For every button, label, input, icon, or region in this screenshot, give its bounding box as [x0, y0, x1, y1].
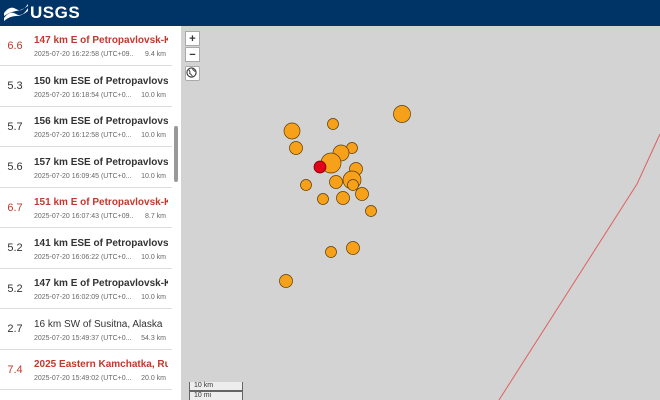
earthquake-marker[interactable]	[289, 141, 303, 155]
event-time: 2025-07-20 16:06:22 (UTC+0...	[34, 253, 132, 261]
app-header: USGS	[0, 0, 660, 26]
event-place: 151 km E of Petropavlovsk-K...	[34, 197, 168, 208]
event-list-item[interactable]: 6.7 151 km E of Petropavlovsk-K... 2025-07…	[0, 188, 172, 228]
scrollbar-thumb[interactable]	[174, 126, 178, 182]
earthquake-marker[interactable]	[336, 191, 350, 205]
earthquake-marker[interactable]	[279, 274, 293, 288]
event-list-item[interactable]: 5.6 157 km ESE of Petropavlovsk... 2025-07…	[0, 148, 172, 188]
earthquake-marker[interactable]	[325, 246, 337, 258]
event-list-item[interactable]: 5.2 141 km ESE of Petropavlovsk... 2025-07…	[0, 229, 172, 269]
earthquake-marker[interactable]	[365, 205, 377, 217]
event-time: 2025-07-20 16:22:58 (UTC+09...	[34, 51, 134, 58]
zoom-out-button[interactable]: −	[185, 47, 200, 62]
earthquake-marker[interactable]	[327, 118, 339, 130]
basemap-globe-button[interactable]	[185, 66, 200, 81]
scrollbar-track[interactable]	[172, 26, 180, 400]
event-time: 2025-07-20 16:09:45 (UTC+0...	[34, 172, 132, 180]
latest-earthquake-marker[interactable]	[313, 160, 327, 174]
event-depth: 10.0 km	[141, 253, 166, 261]
event-depth: 20.0 km	[141, 375, 166, 382]
event-list-item[interactable]: 6.6 147 km E of Petropavlovsk-K... 2025-07…	[0, 26, 172, 66]
event-magnitude: 6.6	[7, 39, 23, 52]
event-magnitude: 5.2	[7, 282, 23, 295]
event-depth: 8.7 km	[144, 213, 166, 220]
usgs-wave-icon	[4, 4, 28, 21]
event-depth: 10.0 km	[141, 91, 166, 99]
event-place: 147 km E of Petropavlovsk-K...	[34, 35, 168, 46]
map-view[interactable]: + − 10 km 10 mi	[181, 26, 660, 400]
event-place: 156 km ESE of Petropavlovsk...	[34, 116, 168, 127]
map-scale: 10 km 10 mi	[189, 382, 243, 400]
event-depth: 10.0 km	[141, 294, 166, 301]
event-depth: 9.4 km	[144, 51, 166, 58]
plate-boundary-line	[498, 133, 660, 400]
event-list[interactable]: 6.6 147 km E of Petropavlovsk-K... 2025-07…	[0, 26, 180, 400]
scale-km: 10 km	[189, 382, 243, 391]
earthquake-marker[interactable]	[393, 105, 411, 123]
map-canvas	[279, 105, 660, 400]
zoom-in-button[interactable]: +	[185, 31, 200, 46]
event-magnitude: 5.7	[7, 120, 23, 133]
event-time: 2025-07-20 16:07:43 (UTC+09...	[34, 213, 134, 220]
earthquake-marker[interactable]	[347, 179, 359, 191]
earthquake-marker[interactable]	[283, 122, 301, 140]
earthquake-marker[interactable]	[329, 175, 343, 189]
globe-icon	[186, 67, 197, 78]
event-time: 2025-07-20 15:49:02 (UTC+0...	[34, 375, 132, 382]
event-magnitude: 5.3	[7, 80, 23, 92]
event-list-item[interactable]: 7.4 2025 Eastern Kamchatka, Rus... 2025-07…	[0, 350, 172, 390]
event-list-item[interactable]: 5.3 150 km ESE of Petropavlovsk... 2025-07…	[0, 67, 172, 107]
event-place: 16 km SW of Susitna, Alaska	[34, 318, 163, 330]
event-place: 147 km E of Petropavlovsk-K...	[34, 278, 168, 289]
event-magnitude: 5.6	[7, 161, 23, 173]
event-magnitude: 6.7	[7, 201, 23, 214]
usgs-logo[interactable]: USGS	[4, 3, 80, 23]
earthquake-marker[interactable]	[355, 187, 369, 201]
event-place: 150 km ESE of Petropavlovsk...	[34, 75, 168, 87]
event-magnitude: 7.4	[7, 363, 23, 376]
event-place: 141 km ESE of Petropavlovsk...	[34, 237, 168, 249]
event-list-item[interactable]: 5.2 147 km E of Petropavlovsk-K... 2025-07…	[0, 269, 172, 309]
logo-text: USGS	[30, 3, 81, 22]
earthquake-marker[interactable]	[300, 179, 312, 191]
event-time: 2025-07-20 15:49:37 (UTC+0...	[34, 334, 132, 342]
scale-mi: 10 mi	[189, 391, 243, 400]
event-time: 2025-07-20 16:18:54 (UTC+0...	[34, 91, 132, 99]
event-list-item[interactable]: 2.7 16 km SW of Susitna, Alaska 2025-07-20…	[0, 310, 172, 350]
event-place: 2025 Eastern Kamchatka, Rus...	[34, 359, 168, 370]
event-time: 2025-07-20 16:02:09 (UTC+0...	[34, 294, 132, 301]
earthquake-marker[interactable]	[317, 193, 329, 205]
event-depth: 10.0 km	[141, 172, 166, 180]
event-time: 2025-07-20 16:12:58 (UTC+0...	[34, 132, 132, 139]
event-depth: 10.0 km	[141, 132, 166, 139]
event-magnitude: 2.7	[7, 323, 23, 335]
event-magnitude: 5.2	[7, 242, 23, 254]
earthquake-marker[interactable]	[346, 241, 360, 255]
event-depth: 54.3 km	[141, 334, 166, 342]
event-list-item[interactable]: 5.7 156 km ESE of Petropavlovsk... 2025-07…	[0, 107, 172, 147]
event-place: 157 km ESE of Petropavlovsk...	[34, 156, 168, 168]
